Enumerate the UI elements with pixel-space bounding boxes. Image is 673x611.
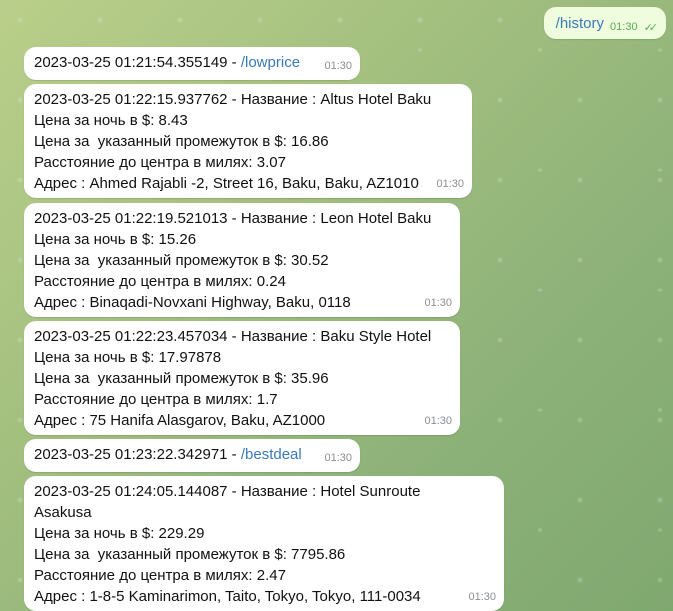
incoming-message[interactable]: 2023-03-25 01:22:19.521013 - Название : … [24, 203, 460, 317]
message-line: Адрес : Binaqadi-Novxani Highway, Baku, … [34, 294, 351, 311]
message-line: Цена за ночь в $: 229.29 [34, 525, 205, 542]
message-line: 2023-03-25 01:21:54.355149 - /lowprice [34, 52, 350, 73]
message-line: 2023-03-25 01:22:19.521013 - Название : … [34, 210, 432, 227]
incoming-message[interactable]: 2023-03-25 01:22:15.937762 - Название : … [24, 84, 472, 198]
outgoing-message[interactable]: /history 01:30 ✓✓ [543, 7, 666, 39]
message-line: Расстояние до центра в милях: 1.7 [34, 391, 278, 408]
message-line: 2023-03-25 01:22:15.937762 - Название : … [34, 91, 432, 108]
command-link[interactable]: /bestdeal [241, 446, 302, 463]
message-line: Цена за ночь в $: 15.26 [34, 231, 197, 248]
message-time: 01:30 [468, 591, 496, 603]
message-line: Цена за указанный промежуток в $: 16.86 [34, 133, 329, 150]
message-timestamp: 2023-03-25 01:21:54.355149 - [34, 54, 241, 71]
message-line: 2023-03-25 01:24:05.144087 - Название : … [34, 483, 421, 500]
message-time: 01:30 [324, 60, 352, 72]
incoming-message[interactable]: 2023-03-25 01:23:22.342971 - /bestdeal 0… [24, 439, 360, 472]
message-line: Цена за указанный промежуток в $: 35.96 [34, 370, 329, 387]
message-line: Адрес : 75 Hanifa Alasgarov, Baku, AZ100… [34, 412, 326, 429]
message-line: Адрес : 1-8-5 Kaminarimon, Taito, Tokyo,… [34, 588, 421, 605]
message-time: 01:30 [424, 297, 452, 309]
message-line: Расстояние до центра в милях: 2.47 [34, 567, 286, 584]
message-time: 01:30 [436, 178, 464, 190]
message-line: 2023-03-25 01:23:22.342971 - /bestdeal [34, 444, 350, 465]
double-check-icon: ✓✓ [643, 21, 659, 34]
message-timestamp: 2023-03-25 01:23:22.342971 - [34, 446, 241, 463]
message-line: Расстояние до центра в милях: 3.07 [34, 154, 286, 171]
message-line: 2023-03-25 01:22:23.457034 - Название : … [34, 328, 432, 345]
message-line: Цена за ночь в $: 17.97878 [34, 349, 222, 366]
incoming-message[interactable]: 2023-03-25 01:21:54.355149 - /lowprice 0… [24, 47, 360, 80]
outgoing-command-text: /history [555, 14, 605, 32]
command-link[interactable]: /lowprice [241, 54, 300, 71]
incoming-message[interactable]: 2023-03-25 01:24:05.144087 - Название : … [24, 476, 504, 611]
message-line: Расстояние до центра в милях: 0.24 [34, 273, 286, 290]
incoming-message[interactable]: 2023-03-25 01:22:23.457034 - Название : … [24, 321, 460, 435]
message-line: Цена за указанный промежуток в $: 30.52 [34, 252, 329, 269]
message-time: 01:30 [424, 415, 452, 427]
message-line: Цена за указанный промежуток в $: 7795.8… [34, 546, 346, 563]
message-line: Адрес : Ahmed Rajabli -2, Street 16, Bak… [34, 175, 419, 192]
message-line: Цена за ночь в $: 8.43 [34, 112, 188, 129]
outgoing-time: 01:30 [610, 21, 638, 33]
message-time: 01:30 [324, 452, 352, 464]
message-line: Asakusa [34, 504, 92, 521]
